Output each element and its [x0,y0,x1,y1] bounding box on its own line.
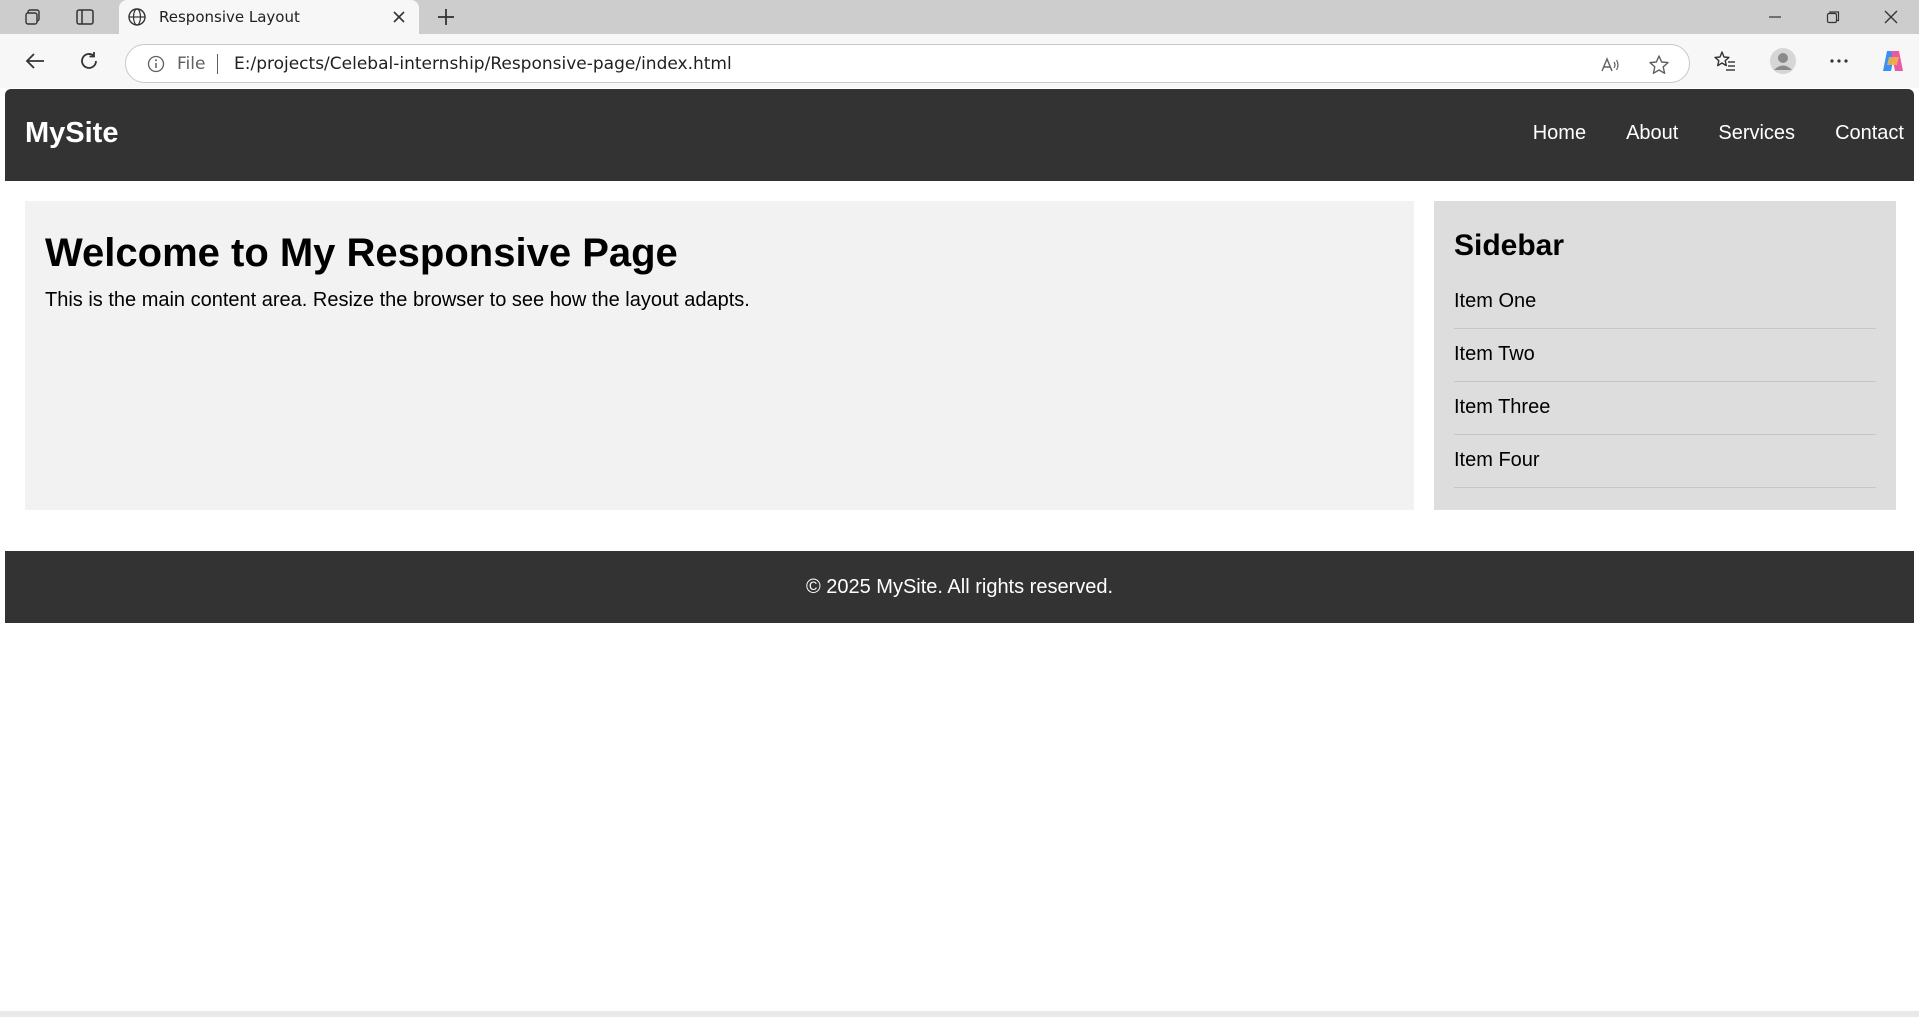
refresh-icon[interactable] [75,47,103,75]
main-content: Welcome to My Responsive Page This is th… [25,201,1414,510]
close-icon[interactable] [389,7,409,27]
tab-title: Responsive Layout [159,8,300,26]
site-nav: Home About Services Contact [1493,122,1904,145]
sidebar-item-four: Item Four [1454,435,1876,488]
address-bar[interactable]: File E:/projects/Celebal-internship/Resp… [125,44,1690,83]
restore-icon[interactable] [1804,0,1862,34]
browser-toolbar: File E:/projects/Celebal-internship/Resp… [0,34,1919,88]
minimize-icon[interactable] [1746,0,1804,34]
window-bottom-edge [0,1011,1919,1017]
nav-link-home[interactable]: Home [1533,122,1586,145]
sidebar-item-two: Item Two [1454,329,1876,382]
sidebar-title: Sidebar [1454,229,1565,262]
footer-text: © 2025 MySite. All rights reserved. [805,575,1114,598]
sidebar-item-one: Item One [1454,276,1876,329]
nav-link-contact[interactable]: Contact [1835,122,1904,145]
sidebar-item-three: Item Three [1454,382,1876,435]
page-viewport: MySite Home About Services Contact Welco… [5,89,1919,1011]
sidebar: Sidebar Item One Item Two Item Three Ite… [1434,201,1896,510]
read-aloud-icon[interactable] [1599,54,1621,76]
page-title: Welcome to My Responsive Page [45,231,678,275]
active-tab[interactable]: Responsive Layout [119,0,419,34]
tab-actions-icon[interactable] [71,4,99,30]
nav-link-services[interactable]: Services [1718,122,1795,145]
more-icon[interactable] [1825,47,1853,75]
sidebar-list: Item One Item Two Item Three Item Four [1454,276,1876,488]
favorites-icon[interactable] [1711,47,1739,75]
back-icon[interactable] [21,47,49,75]
workspaces-icon[interactable] [19,4,47,30]
favorite-star-icon[interactable] [1648,54,1670,76]
browser-tab-bar: Responsive Layout [0,0,1919,34]
url-text[interactable]: E:/projects/Celebal-internship/Responsiv… [234,54,732,74]
address-prefix: File [177,54,206,74]
copilot-icon[interactable] [1879,47,1907,75]
info-icon[interactable] [147,55,165,73]
nav-link-about[interactable]: About [1626,122,1678,145]
site-logo[interactable]: MySite [25,117,118,150]
window-close-icon[interactable] [1862,0,1919,34]
plus-icon[interactable] [432,4,460,30]
globe-icon [127,7,147,27]
site-header: MySite Home About Services Contact [5,89,1914,181]
main-text: This is the main content area. Resize th… [45,289,750,311]
site-footer: © 2025 MySite. All rights reserved. [5,551,1914,623]
profile-avatar-icon[interactable] [1769,47,1797,75]
address-separator [217,54,218,74]
